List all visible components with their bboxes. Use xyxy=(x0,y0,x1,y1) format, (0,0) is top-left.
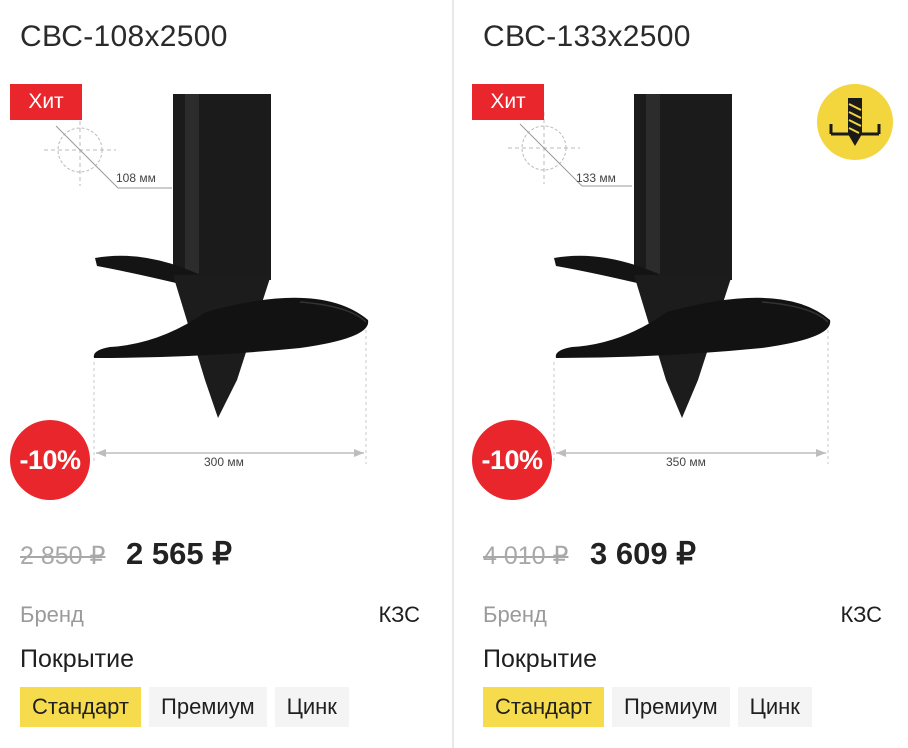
brand-label: Бренд xyxy=(20,602,84,627)
hit-badge: Хит xyxy=(10,84,82,120)
old-price: 2 850 ₽ xyxy=(20,542,106,570)
drill-icon xyxy=(829,98,881,146)
coating-option-premium[interactable]: Премиум xyxy=(149,687,267,727)
hit-badge: Хит xyxy=(472,84,544,120)
width-label: 350 мм xyxy=(666,455,706,469)
product-title[interactable]: СВС-108х2500 xyxy=(20,20,228,54)
drill-badge xyxy=(817,84,893,160)
coating-option-standard[interactable]: Стандарт xyxy=(20,687,142,727)
coating-option-zinc[interactable]: Цинк xyxy=(274,687,349,727)
old-price: 4 010 ₽ xyxy=(483,542,569,570)
discount-badge: -10% xyxy=(10,420,90,500)
brand-value: КЗС xyxy=(378,602,421,627)
product-card[interactable]: СВС-133х2500 133 мм 350 мм Хит -10% 4 01… xyxy=(454,0,908,748)
coating-option-premium[interactable]: Премиум xyxy=(612,687,730,727)
coating-options: Стандарт Премиум Цинк xyxy=(483,687,812,727)
brand-label: Бренд xyxy=(483,602,547,627)
price: 3 609 ₽ xyxy=(590,536,696,571)
coating-label: Покрытие xyxy=(483,645,598,673)
product-title[interactable]: СВС-133х2500 xyxy=(483,20,691,54)
diameter-label: 108 мм xyxy=(116,171,156,185)
coating-options: Стандарт Премиум Цинк xyxy=(20,687,349,727)
width-label: 300 мм xyxy=(204,455,244,469)
brand-value: КЗС xyxy=(840,602,883,627)
coating-option-standard[interactable]: Стандарт xyxy=(483,687,605,727)
price: 2 565 ₽ xyxy=(126,536,232,571)
product-card[interactable]: СВС-108х2500 108 мм 300 мм Хит -10% 2 85… xyxy=(0,0,452,748)
diameter-label: 133 мм xyxy=(576,171,616,185)
coating-label: Покрытие xyxy=(20,645,135,673)
discount-badge: -10% xyxy=(472,420,552,500)
coating-option-zinc[interactable]: Цинк xyxy=(737,687,812,727)
